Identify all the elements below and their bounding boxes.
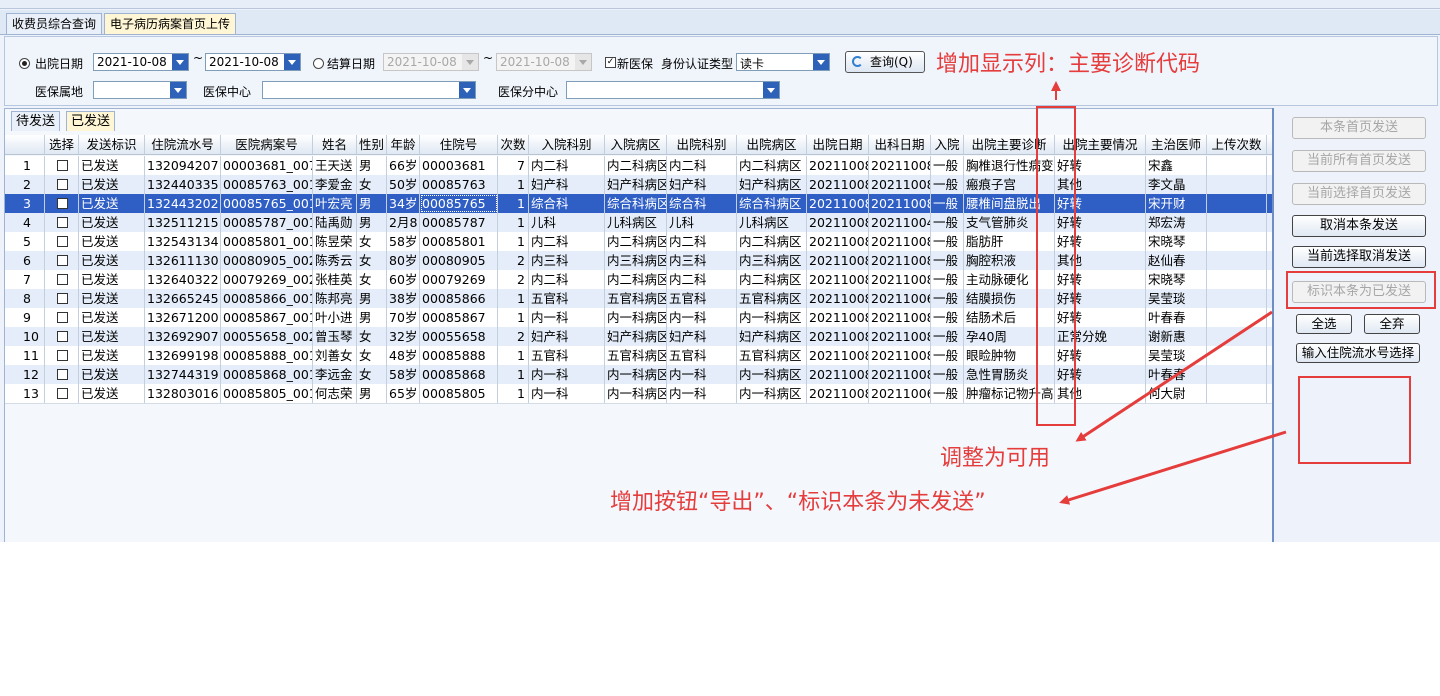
annotation-arrows	[1051, 81, 1287, 505]
annotation-make-enabled: 调整为可用	[940, 446, 1051, 471]
annotation-add-column: 增加显示列：主要诊断代码	[936, 52, 1201, 77]
annotation-add-buttons: 增加按钮“导出”、“标识本条为未发送”	[610, 490, 986, 515]
